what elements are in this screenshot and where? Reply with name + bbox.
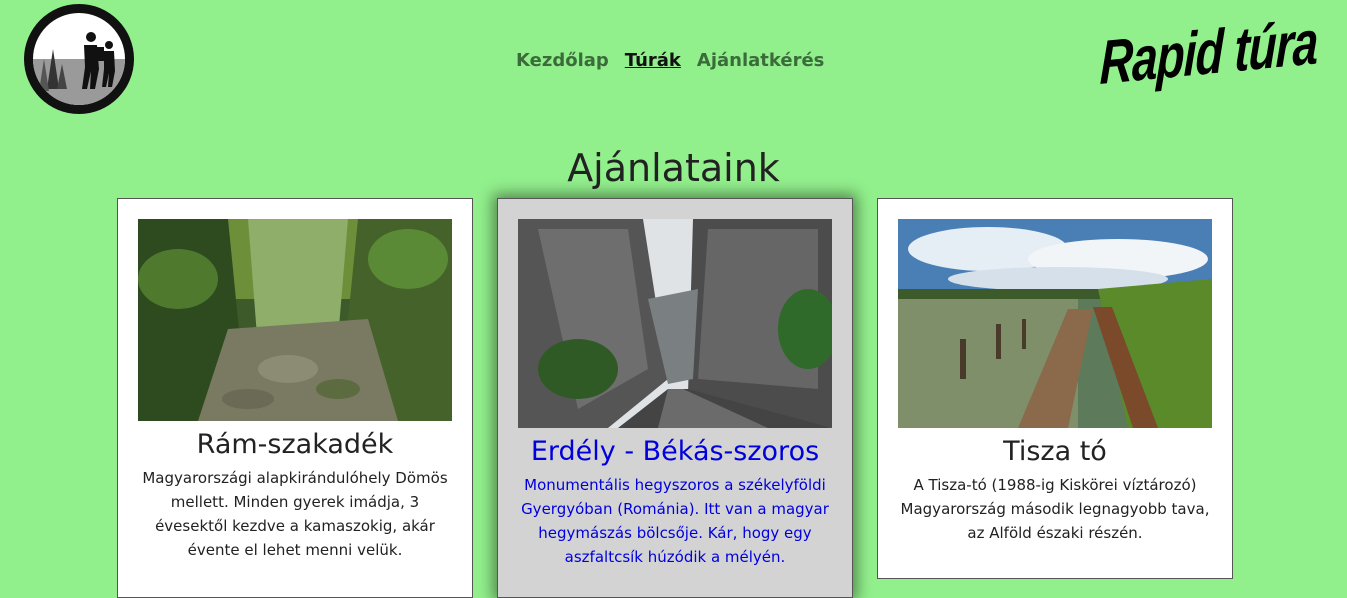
page-title: Ajánlataink — [567, 146, 780, 190]
offer-card-bekas-szoros[interactable]: Erdély - Békás-szoros Monumentális hegys… — [497, 198, 853, 598]
card-title: Rám-szakadék — [196, 429, 394, 460]
nav-link-home[interactable]: Kezdőlap — [516, 50, 609, 71]
site-logo[interactable] — [24, 4, 134, 114]
hikers-logo-icon — [33, 13, 125, 105]
offer-card-ram-szakadek[interactable]: Rám-szakadék Magyarországi alapkiránduló… — [117, 198, 473, 598]
brand-wordmark: Rapid túra — [1098, 6, 1318, 98]
card-description: A Tisza-tó (1988-ig Kiskörei víztározó) … — [900, 476, 1210, 542]
card-title: Tisza tó — [1003, 436, 1107, 467]
nav-link-tours[interactable]: Túrák — [625, 50, 681, 71]
offer-card-tisza-to[interactable]: Tisza tó A Tisza-tó (1988-ig Kiskörei ví… — [877, 198, 1233, 579]
ram-szakadek-image — [138, 219, 452, 421]
tisza-to-image — [898, 219, 1212, 428]
nav-link-quote-request[interactable]: Ajánlatkérés — [697, 50, 824, 71]
card-description: Magyarországi alapkirándulóhely Dömös me… — [142, 469, 448, 559]
bekas-szoros-image — [518, 219, 838, 428]
main-nav: Kezdőlap Túrák Ajánlatkérés — [516, 50, 824, 71]
card-title: Erdély - Békás-szoros — [530, 436, 820, 467]
card-description: Monumentális hegyszoros a székelyföldi G… — [521, 476, 829, 566]
